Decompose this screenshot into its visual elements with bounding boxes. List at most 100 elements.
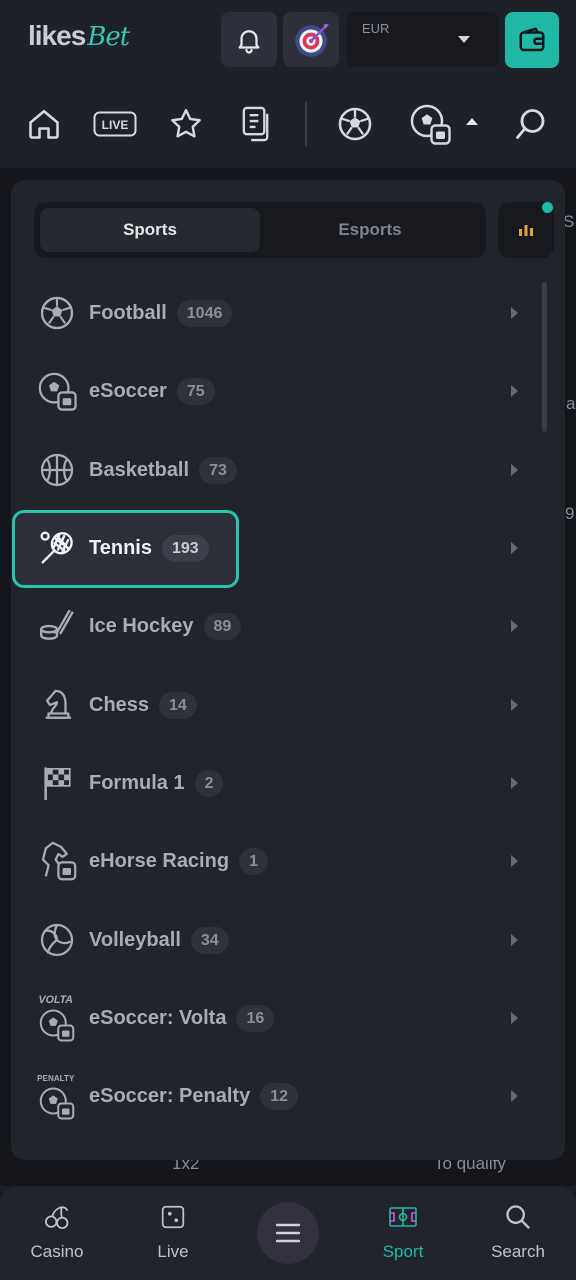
sport-field-icon: [348, 1200, 458, 1234]
bottom-nav-casino[interactable]: Casino: [2, 1200, 112, 1270]
chevron-right-icon: [511, 620, 518, 632]
tab-sports[interactable]: Sports: [40, 208, 260, 252]
sport-count: 73: [199, 456, 237, 484]
sport-name: Ice Hockey 89: [89, 612, 242, 640]
nav-football[interactable]: [333, 102, 377, 146]
cherries-icon: [2, 1200, 112, 1234]
sports-dropdown-panel: Sports Esports Football 1046 eSoccer 75 …: [11, 180, 565, 1160]
bottom-nav-label: Search: [491, 1242, 545, 1261]
sport-row-ice-hockey[interactable]: Ice Hockey 89: [11, 591, 537, 661]
promo-target-button[interactable]: [283, 12, 339, 67]
sport-name: Volleyball 34: [89, 926, 229, 954]
sport-count: 12: [260, 1082, 298, 1110]
hamburger-icon: [275, 1223, 301, 1243]
top-nav: LIVE: [0, 80, 576, 168]
svg-text:VOLTA: VOLTA: [39, 994, 73, 1006]
logo-part-2: Bet: [87, 22, 130, 52]
sport-count: 1: [239, 847, 268, 875]
sport-row-volleyball[interactable]: Volleyball 34: [11, 905, 537, 975]
home-icon: [29, 109, 59, 139]
esoccer-icon: [37, 371, 77, 411]
sport-row-ehorse-racing[interactable]: eHorse Racing 1: [11, 826, 537, 896]
svg-text:PENALTY: PENALTY: [37, 1074, 75, 1083]
sport-name: Chess 14: [89, 691, 197, 719]
currency-code: EUR: [362, 21, 390, 36]
bottom-nav-search[interactable]: Search: [463, 1200, 573, 1270]
notifications-button[interactable]: [221, 12, 277, 67]
chevron-down-icon: [458, 36, 470, 43]
football-icon: [37, 293, 77, 333]
esoccer-icon: [410, 104, 451, 145]
sport-name: eSoccer 75: [89, 377, 215, 405]
bottom-nav-sport[interactable]: Sport: [348, 1200, 458, 1270]
chevron-right-icon: [511, 1012, 518, 1024]
sport-row-esoccer-volta[interactable]: VOLTA eSoccer: Volta 16: [11, 983, 537, 1053]
dice-icon: [118, 1200, 228, 1234]
football-icon: [338, 107, 372, 141]
nav-search[interactable]: [509, 102, 553, 146]
chevron-right-icon: [511, 777, 518, 789]
peek-text-2: a: [566, 394, 576, 413]
sport-name: eSoccer: Penalty 12: [89, 1082, 298, 1110]
search-icon: [463, 1200, 573, 1234]
target-icon: [295, 23, 329, 57]
chevron-right-icon: [511, 855, 518, 867]
sport-row-esoccer[interactable]: eSoccer 75: [11, 356, 537, 426]
sport-row-football[interactable]: Football 1046: [11, 278, 537, 348]
sport-row-chess[interactable]: Chess 14: [11, 670, 537, 740]
esoccer-penalty-icon: PENALTY: [37, 1069, 77, 1123]
sport-name: Formula 12: [89, 769, 224, 797]
currency-select[interactable]: EUR: [346, 12, 498, 67]
chevron-right-icon: [511, 307, 518, 319]
nav-esoccer[interactable]: [407, 102, 453, 146]
wallet-icon: [519, 27, 545, 52]
tennis-icon: [37, 528, 77, 568]
nav-favorites[interactable]: [164, 102, 208, 146]
sport-row-esoccer-penalty[interactable]: PENALTY eSoccer: Penalty 12: [11, 1061, 537, 1131]
chevron-right-icon: [511, 934, 518, 946]
nav-separator: [305, 102, 307, 146]
tab-esports[interactable]: Esports: [260, 208, 480, 252]
sport-count: 89: [203, 612, 242, 640]
esoccer-volta-icon: VOLTA: [37, 991, 77, 1045]
star-icon: [171, 109, 201, 138]
logo[interactable]: likes Bet: [28, 20, 130, 56]
sport-count: 14: [159, 691, 197, 719]
sport-row-formula-1[interactable]: Formula 12: [11, 748, 537, 818]
sport-row-tennis[interactable]: Tennis 193: [11, 513, 537, 583]
sport-count: 1046: [176, 299, 233, 327]
volleyball-icon: [37, 920, 77, 960]
bar-chart-icon: [519, 225, 533, 236]
sport-count: 16: [236, 1004, 275, 1032]
nav-betslip[interactable]: [235, 102, 279, 146]
header: likes Bet EUR: [0, 0, 576, 80]
sport-count: 34: [190, 926, 229, 954]
checkered-flag-icon: [37, 763, 77, 803]
sport-name: Football 1046: [89, 299, 233, 327]
scrollbar[interactable]: [542, 282, 547, 432]
chess-knight-icon: [37, 685, 77, 725]
sport-name: eHorse Racing 1: [89, 847, 268, 875]
chevron-right-icon: [511, 699, 518, 711]
svg-text:LIVE: LIVE: [102, 118, 129, 132]
bottom-nav: Casino Live Sport Search: [0, 1186, 576, 1280]
chevron-right-icon: [511, 464, 518, 476]
bell-icon: [238, 29, 260, 54]
nav-live[interactable]: LIVE: [92, 102, 138, 146]
sport-name: Basketball 73: [89, 456, 237, 484]
peek-text-3: 9: [565, 504, 575, 523]
bottom-nav-label: Live: [157, 1242, 189, 1261]
sport-name: eSoccer: Volta 16: [89, 1004, 275, 1032]
sport-row-basketball[interactable]: Basketball 73: [11, 435, 537, 505]
sport-count: 2: [194, 769, 224, 797]
ice-hockey-icon: [37, 606, 77, 646]
main-menu-button[interactable]: [257, 1202, 319, 1264]
bottom-nav-label: Casino: [30, 1242, 84, 1261]
basketball-icon: [37, 450, 77, 490]
chevron-up-icon[interactable]: [466, 118, 478, 125]
sport-count: 75: [176, 377, 215, 405]
bottom-nav-live[interactable]: Live: [118, 1200, 228, 1270]
nav-home[interactable]: [22, 102, 66, 146]
chevron-right-icon: [511, 385, 518, 397]
wallet-button[interactable]: [505, 12, 559, 68]
